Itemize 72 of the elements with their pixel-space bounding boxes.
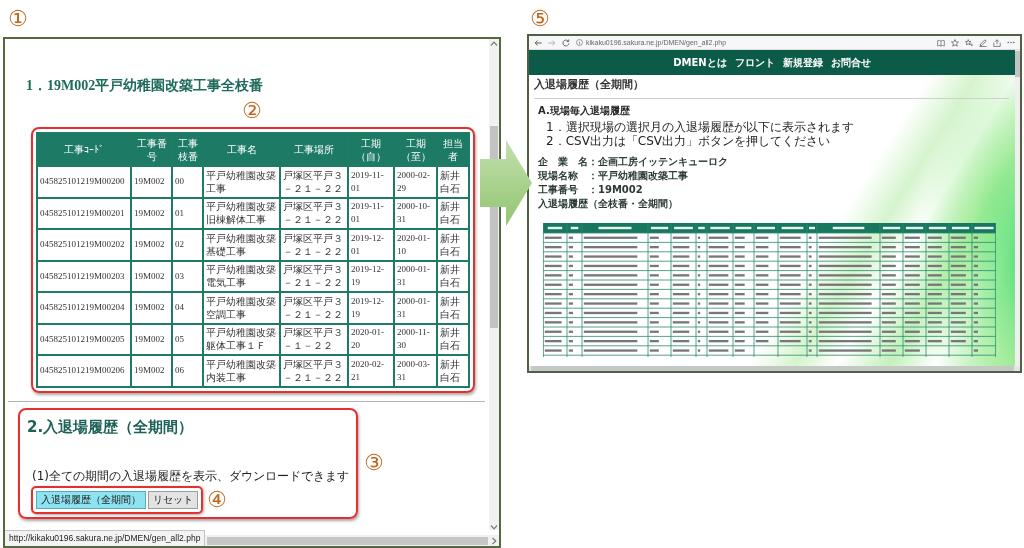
column-header: 工期（自） [348, 133, 394, 166]
detail-line: 工事番号 ：19M002 [538, 183, 643, 197]
table-cell: 045825101219M00206 [37, 355, 131, 387]
table-cell: 2019-12-19 [348, 260, 394, 292]
pen-icon[interactable] [979, 38, 987, 47]
table-cell: 045825101219M00202 [37, 229, 131, 261]
scrollbar-thumb[interactable] [1015, 51, 1020, 77]
table-cell: 戸塚区平戸３－２１－２２ [280, 260, 348, 292]
reset-button[interactable]: リセット [148, 490, 198, 509]
callout-number: ④ [207, 487, 227, 512]
table-cell: 戸塚区平戸３－２１－２２ [280, 166, 348, 198]
nav-link[interactable]: フロント [734, 56, 775, 69]
nav-link[interactable]: お問合せ [830, 56, 871, 69]
table-caption: 入退場履歴（全枝番・全期間） [538, 197, 678, 211]
detail-line: 現場名称 ：平戸幼稚園改築工事 [538, 169, 688, 183]
detail-line: 企 業 名：企画工房イッテンキューロク [538, 155, 728, 169]
table-cell: 戸塚区平戸３－２１－２２ [280, 292, 348, 324]
scrollbar-thumb[interactable] [207, 536, 488, 545]
nav-link[interactable]: DMENとは [673, 56, 727, 69]
table-cell: 2020-02-21 [348, 355, 394, 387]
section-heading: 2.入退場履歴（全期間） [27, 417, 194, 436]
nav-link[interactable]: 新規登録 [782, 56, 823, 69]
favorites-icon[interactable] [965, 38, 973, 47]
callout-number: ③ [364, 451, 384, 475]
refresh-icon[interactable] [562, 38, 570, 47]
back-arrow-icon[interactable] [534, 38, 542, 47]
table-cell: 戸塚区平戸３－２１－２２ [280, 355, 348, 387]
table-cell: 平戸幼稚園改築空調工事 [203, 292, 280, 324]
table-cell: 2019-11-01 [348, 197, 394, 229]
book-icon[interactable] [937, 38, 945, 47]
table-cell: 2019-12-19 [348, 292, 394, 324]
star-icon[interactable] [951, 38, 959, 47]
table-cell: 平戸幼稚園改築躯体工事１Ｆ [203, 323, 280, 355]
column-header: 工事ｺｰﾄﾞ [37, 133, 131, 166]
column-header: 担当者 [437, 133, 469, 166]
table-cell: 平戸幼稚園改築基礎工事 [203, 229, 280, 261]
column-header: 工事番号 [131, 133, 172, 166]
status-bar-url: http://kikaku0196.sakura.ne.jp/DMEN/gen_all2.php [5, 530, 206, 546]
page-heading: 1．19M002平戸幼稚園改築工事全枝番 [26, 78, 264, 94]
page-title: 入退場履歴（全期間） [534, 78, 644, 92]
column-header: 工期（至） [394, 133, 437, 166]
callout-number: ① [8, 6, 28, 31]
table-cell: 045825101219M00200 [37, 166, 131, 198]
history-button[interactable]: 入退場履歴（全期間） [36, 490, 146, 509]
callout-number: ② [242, 99, 262, 123]
table-cell: 2019-12-01 [348, 229, 394, 261]
table-cell: 戸塚区平戸３－１－２２ [280, 323, 348, 355]
info-icon[interactable] [576, 39, 583, 46]
table-cell: 平戸幼稚園改築旧棟解体工事 [203, 197, 280, 229]
share-icon[interactable] [993, 38, 1001, 47]
instruction-line: 2．CSV出力は「CSV出力」ボタンを押してください [546, 134, 831, 148]
column-header: 工事枝番 [172, 133, 203, 166]
section-heading: A.現場毎入退場履歴 [538, 105, 630, 117]
table-cell: 045825101219M00204 [37, 292, 131, 324]
table-cell: 平戸幼稚園改築電気工事 [203, 260, 280, 292]
table-cell: 2020-01-20 [348, 323, 394, 355]
forward-arrow-icon[interactable] [548, 38, 556, 47]
table-cell: 045825101219M00201 [37, 197, 131, 229]
more-icon[interactable] [1007, 41, 1015, 44]
description-text: (1)全ての期間の入退場履歴を表示、ダウンロードできます [32, 468, 349, 483]
table-cell: 2019-11-01 [348, 166, 394, 198]
callout-number: ⑤ [530, 6, 550, 31]
table-cell: 平戸幼稚園改築工事 [203, 166, 280, 198]
table-cell: 平戸幼稚園改築内装工事 [203, 355, 280, 387]
column-header: 工事名 [203, 133, 280, 166]
instruction-line: 1．選択現場の選択月の入退場履歴が以下に表示されます [546, 120, 854, 134]
table-cell: 戸塚区平戸３－２１－２２ [280, 197, 348, 229]
column-header: 工事場所 [280, 133, 348, 166]
table-cell: 045825101219M00203 [37, 260, 131, 292]
right-arrow-icon [480, 140, 532, 226]
table-cell: 045825101219M00205 [37, 323, 131, 355]
table-cell: 戸塚区平戸３－２１－２２ [280, 229, 348, 261]
